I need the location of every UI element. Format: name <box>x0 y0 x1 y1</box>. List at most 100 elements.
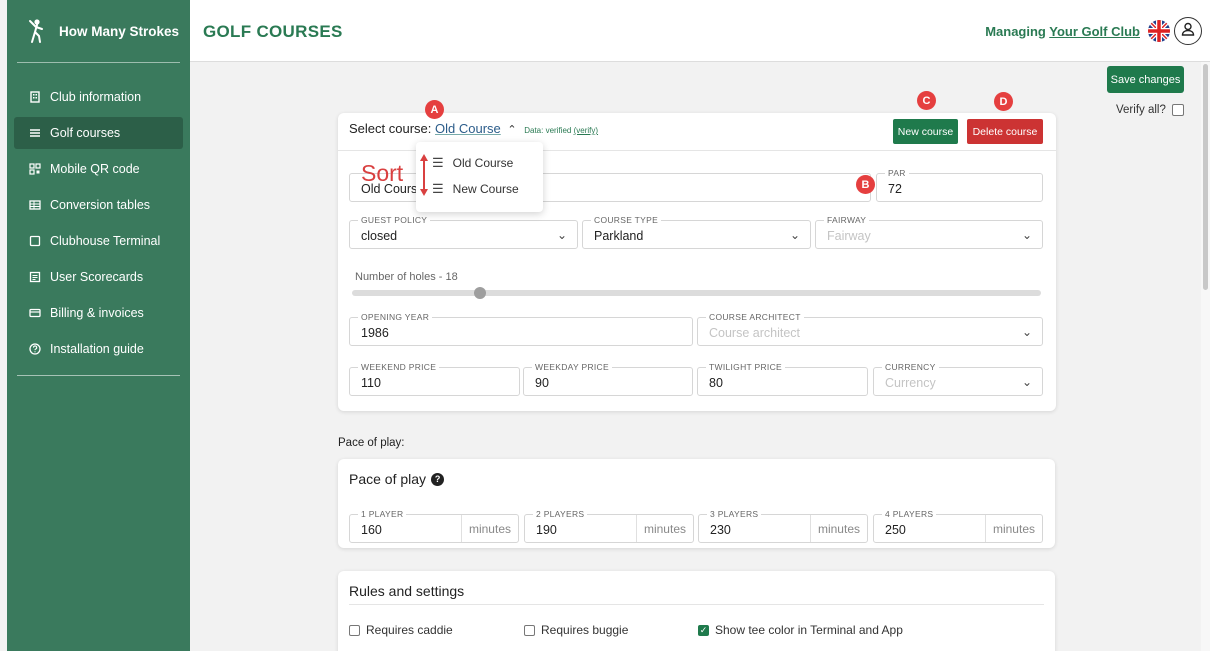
twilight-price-field[interactable]: TWILIGHT PRICE 80 <box>697 362 868 396</box>
pace-card: Pace of play ? 1 PLAYER 160 minutes 2 PL… <box>338 459 1055 548</box>
drag-handle-icon[interactable]: ☰ <box>432 181 444 197</box>
chevron-down-icon: ⌄ <box>1021 228 1032 242</box>
table-icon <box>28 198 42 212</box>
minutes-unit: minutes <box>984 515 1042 542</box>
minutes-unit: minutes <box>635 515 693 542</box>
weekday-price-field[interactable]: WEEKDAY PRICE 90 <box>523 362 693 396</box>
pace-1-player-field[interactable]: 1 PLAYER 160 minutes <box>349 509 519 543</box>
club-link[interactable]: Your Golf Club <box>1049 24 1140 39</box>
requires-caddie-option[interactable]: Requires caddie <box>349 623 453 637</box>
course-architect-placeholder: Course architect <box>709 326 801 340</box>
credit-card-icon <box>28 306 42 320</box>
course-architect-label: COURSE ARCHITECT <box>706 312 804 322</box>
pace-4-players-field[interactable]: 4 PLAYERS 250 minutes <box>873 509 1043 543</box>
verify-all-checkbox[interactable] <box>1171 104 1184 116</box>
show-tee-color-label: Show tee color in Terminal and App <box>715 623 903 637</box>
rules-card: Rules and settings Requires caddie Requi… <box>338 571 1055 651</box>
weekday-price-value: 90 <box>535 376 549 390</box>
sidebar-item-mobile-qr-code[interactable]: Mobile QR code <box>14 153 183 185</box>
course-dropdown-menu: ☰ Old Course ☰ New Course <box>416 142 543 212</box>
question-icon[interactable]: ? <box>431 472 445 486</box>
par-value: 72 <box>888 182 902 196</box>
chevron-down-icon: ⌄ <box>789 228 800 242</box>
chevron-down-icon: ⌄ <box>1021 375 1032 389</box>
qr-icon <box>28 162 42 176</box>
pace-2-players-field[interactable]: 2 PLAYERS 190 minutes <box>524 509 694 543</box>
verify-all-label: Verify all? <box>1116 104 1166 116</box>
chevron-up-icon[interactable]: ⌃ <box>507 124 516 136</box>
pace-4-players-label: 4 PLAYERS <box>882 509 937 519</box>
sidebar-item-user-scorecards[interactable]: User Scorecards <box>14 261 183 293</box>
opening-year-value: 1986 <box>361 326 389 340</box>
pace-1-player-label: 1 PLAYER <box>358 509 407 519</box>
building-icon <box>28 90 42 104</box>
course-option-label: Old Course <box>452 156 514 170</box>
sidebar-item-club-information[interactable]: Club information <box>14 81 183 113</box>
fairway-label: FAIRWAY <box>824 215 870 225</box>
course-option-old[interactable]: ☰ Old Course <box>432 155 513 171</box>
sidebar-item-golf-courses[interactable]: Golf courses <box>14 117 183 149</box>
verify-link[interactable]: (verify) <box>574 126 598 135</box>
pace-2-players-value: 190 <box>536 523 557 537</box>
opening-year-label: OPENING YEAR <box>358 312 433 322</box>
new-course-button[interactable]: New course <box>893 119 958 144</box>
sidebar-item-label: User Scorecards <box>50 270 144 284</box>
brand-name: How Many Strokes <box>59 23 180 39</box>
holes-slider-thumb[interactable] <box>474 287 486 299</box>
golfer-logo-icon <box>25 18 47 44</box>
sidebar-item-label: Billing & invoices <box>50 306 144 320</box>
weekend-price-value: 110 <box>361 376 381 390</box>
minutes-unit: minutes <box>809 515 867 542</box>
guest-policy-select[interactable]: GUEST POLICY closed ⌄ <box>349 215 578 249</box>
currency-select[interactable]: CURRENCY Currency ⌄ <box>873 362 1043 396</box>
scrollbar[interactable] <box>1201 62 1210 651</box>
course-type-label: COURSE TYPE <box>591 215 662 225</box>
course-type-value: Parkland <box>594 229 644 243</box>
requires-buggie-checkbox[interactable] <box>524 624 535 636</box>
course-option-new[interactable]: ☰ New Course <box>432 181 519 197</box>
pace-3-players-field[interactable]: 3 PLAYERS 230 minutes <box>698 509 868 543</box>
select-course-row: Select course: Old Course ⌃ Data: verifi… <box>349 121 598 136</box>
requires-caddie-checkbox[interactable] <box>349 624 360 636</box>
fairway-select[interactable]: FAIRWAY Fairway ⌄ <box>815 215 1043 249</box>
requires-buggie-option[interactable]: Requires buggie <box>524 623 628 637</box>
delete-course-button[interactable]: Delete course <box>967 119 1043 144</box>
list-icon <box>28 126 42 140</box>
twilight-price-label: TWILIGHT PRICE <box>706 362 785 372</box>
par-label: PAR <box>885 168 909 178</box>
brand[interactable]: How Many Strokes <box>7 0 190 62</box>
requires-buggie-label: Requires buggie <box>541 623 629 637</box>
pace-1-player-value: 160 <box>361 523 382 537</box>
sidebar-item-label: Club information <box>50 90 142 104</box>
marker-d: D <box>994 92 1013 111</box>
pace-3-players-label: 3 PLAYERS <box>707 509 762 519</box>
scrollbar-thumb[interactable] <box>1203 64 1208 290</box>
pace-2-players-label: 2 PLAYERS <box>533 509 588 519</box>
sidebar-item-label: Conversion tables <box>50 198 151 212</box>
course-type-select[interactable]: COURSE TYPE Parkland ⌄ <box>582 215 811 249</box>
user-account-button[interactable] <box>1174 17 1202 45</box>
sidebar-item-billing-invoices[interactable]: Billing & invoices <box>14 297 183 329</box>
holes-slider[interactable] <box>352 290 1041 296</box>
sidebar-item-installation-guide[interactable]: Installation guide <box>14 333 183 365</box>
weekend-price-field[interactable]: WEEKEND PRICE 110 <box>349 362 520 396</box>
save-changes-button[interactable]: Save changes <box>1107 66 1184 93</box>
select-course-dropdown[interactable]: Old Course <box>435 121 501 136</box>
data-status: Data: verified (verify) <box>524 126 598 135</box>
par-field[interactable]: PAR 72 <box>876 168 1043 202</box>
drag-handle-icon[interactable]: ☰ <box>432 155 444 171</box>
pace-3-players-value: 230 <box>710 523 731 537</box>
sidebar-item-conversion-tables[interactable]: Conversion tables <box>14 189 183 221</box>
sidebar-item-clubhouse-terminal[interactable]: Clubhouse Terminal <box>14 225 183 257</box>
rules-title: Rules and settings <box>349 583 465 599</box>
opening-year-field[interactable]: OPENING YEAR 1986 <box>349 312 693 346</box>
sort-double-arrow-icon <box>420 154 428 196</box>
show-tee-color-checkbox[interactable]: ✓ <box>698 624 709 636</box>
sidebar-divider <box>17 375 180 376</box>
sort-annotation: Sort <box>361 160 404 186</box>
show-tee-color-option[interactable]: ✓ Show tee color in Terminal and App <box>698 623 903 637</box>
course-architect-select[interactable]: COURSE ARCHITECT Course architect ⌄ <box>697 312 1043 346</box>
uk-flag-icon[interactable] <box>1148 20 1170 42</box>
managing-club: Managing Your Golf Club <box>985 24 1140 39</box>
user-icon <box>1181 22 1195 41</box>
